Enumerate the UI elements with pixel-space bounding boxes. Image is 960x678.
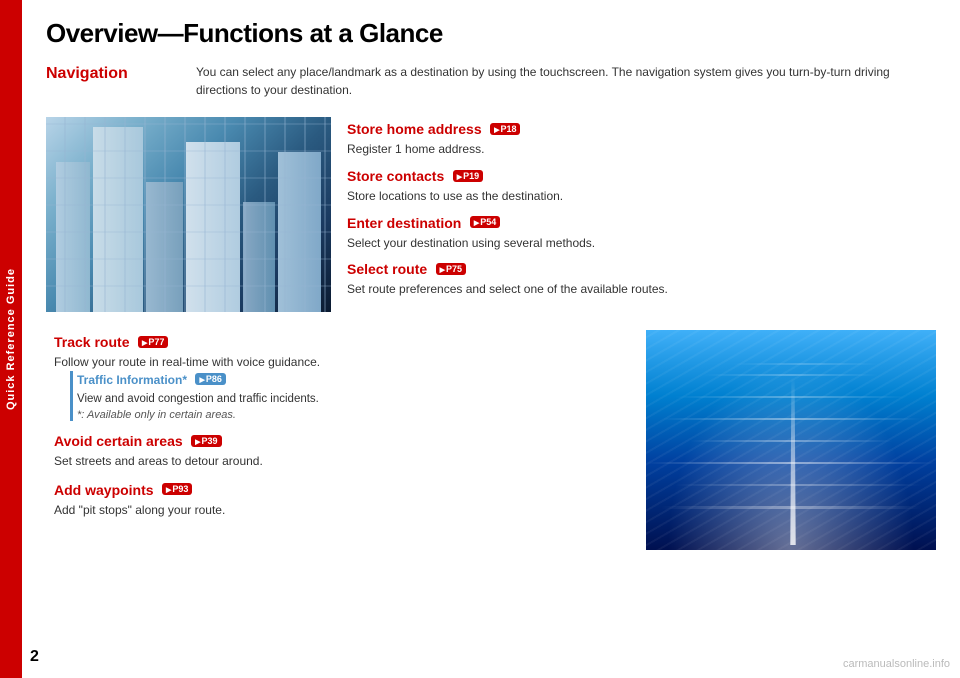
feature-avoid-areas-badge: P39: [191, 435, 221, 447]
building-1: [56, 162, 90, 312]
section-header: Navigation: [46, 65, 196, 109]
speed-line-1: [675, 396, 907, 398]
feature-add-waypoints-desc: Add "pit stops" along your route.: [54, 502, 626, 519]
building-6: [278, 152, 321, 312]
speed-lines: [646, 330, 936, 550]
feature-select-route-title: Select route: [347, 261, 427, 277]
bottom-section: Track route P77 Follow your route in rea…: [54, 330, 936, 550]
sub-feature-traffic-note: *: Available only in certain areas.: [77, 409, 626, 421]
feature-store-contacts-title: Store contacts: [347, 168, 444, 184]
highway-image: [646, 330, 936, 550]
building-2: [93, 127, 142, 312]
speed-line-4: [646, 462, 936, 464]
feature-track-route-title: Track route: [54, 334, 129, 350]
speed-line-3: [690, 440, 893, 442]
main-content: Overview—Functions at a Glance Navigatio…: [22, 0, 960, 678]
feature-store-contacts-badge: P19: [453, 170, 483, 182]
sub-feature-traffic-title: Traffic Information*: [77, 373, 187, 387]
feature-store-contacts: Store contacts P19 Store locations to us…: [347, 168, 936, 205]
feature-avoid-areas-desc: Set streets and areas to detour around.: [54, 453, 626, 470]
feature-store-contacts-desc: Store locations to use as the destinatio…: [347, 188, 936, 205]
speed-line-7: [661, 506, 922, 509]
sub-feature-traffic-badge: P86: [195, 373, 225, 385]
feature-track-route: Track route P77 Follow your route in rea…: [54, 334, 626, 421]
speed-line-6: [704, 374, 878, 376]
building-4: [186, 142, 240, 312]
feature-track-route-badge: P77: [138, 336, 168, 348]
bottom-features: Track route P77 Follow your route in rea…: [54, 330, 626, 550]
feature-avoid-areas-title: Avoid certain areas: [54, 433, 183, 449]
sidebar-text: Quick Reference Guide: [5, 268, 17, 410]
building-5: [243, 202, 274, 312]
building-3: [146, 182, 184, 312]
building-image: [46, 117, 331, 312]
speed-line-2: [661, 418, 922, 420]
feature-add-waypoints: Add waypoints P93 Add "pit stops" along …: [54, 482, 626, 519]
speed-line-8: [733, 363, 878, 365]
feature-select-route-badge: P75: [436, 263, 466, 275]
sub-feature-traffic: Traffic Information* P86 View and avoid …: [70, 371, 626, 421]
feature-enter-destination-desc: Select your destination using several me…: [347, 235, 936, 252]
feature-enter-destination-title: Enter destination: [347, 215, 461, 231]
feature-enter-destination-badge: P54: [470, 216, 500, 228]
feature-track-route-desc: Follow your route in real-time with voic…: [54, 354, 626, 371]
page-title: Overview—Functions at a Glance: [46, 18, 936, 49]
feature-avoid-areas: Avoid certain areas P39 Set streets and …: [54, 433, 626, 470]
speed-line-5: [675, 484, 922, 486]
center-road-line: [790, 378, 795, 545]
feature-store-home-title: Store home address: [347, 121, 482, 137]
features-list: Store home address P18 Register 1 home a…: [347, 117, 936, 308]
feature-store-home-badge: P18: [490, 123, 520, 135]
top-section: Store home address P18 Register 1 home a…: [46, 117, 936, 312]
feature-store-home-desc: Register 1 home address.: [347, 141, 936, 158]
sidebar-label: Quick Reference Guide: [0, 0, 22, 678]
feature-select-route: Select route P75 Set route preferences a…: [347, 261, 936, 298]
sub-feature-traffic-desc: View and avoid congestion and traffic in…: [77, 391, 626, 407]
feature-enter-destination: Enter destination P54 Select your destin…: [347, 215, 936, 252]
building-container: [46, 117, 331, 312]
feature-select-route-desc: Set route preferences and select one of …: [347, 281, 936, 298]
feature-store-home: Store home address P18 Register 1 home a…: [347, 121, 936, 158]
feature-add-waypoints-badge: P93: [162, 483, 192, 495]
feature-add-waypoints-title: Add waypoints: [54, 482, 154, 498]
navigation-section: Navigation You can select any place/land…: [46, 63, 936, 109]
section-description: You can select any place/landmark as a d…: [196, 63, 936, 99]
